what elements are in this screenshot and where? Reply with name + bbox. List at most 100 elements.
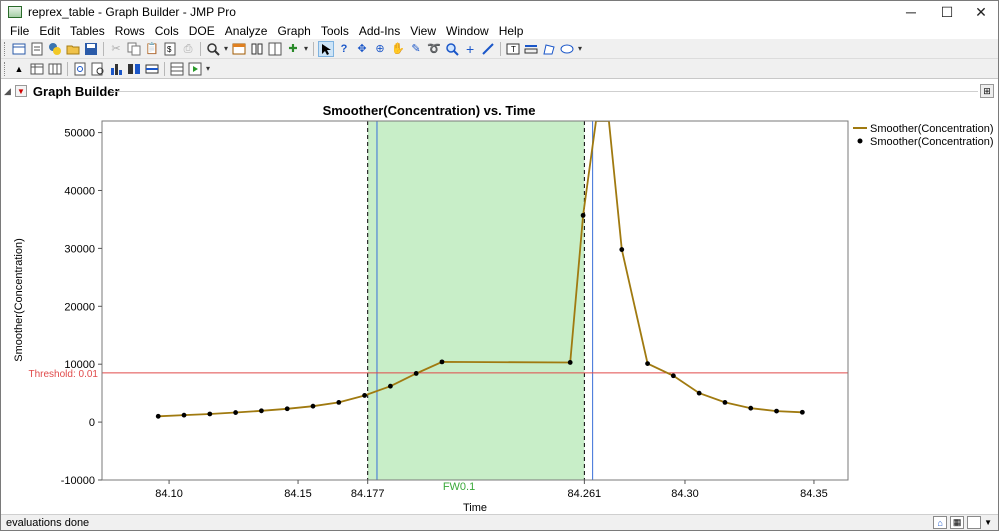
- window-list-icon[interactable]: [249, 41, 265, 57]
- journal-icon[interactable]: $: [162, 41, 178, 57]
- columns-view-icon[interactable]: [47, 61, 63, 77]
- open-folder-icon[interactable]: [65, 41, 81, 57]
- data-point: [696, 390, 702, 396]
- home-window-icon[interactable]: [231, 41, 247, 57]
- search-icon[interactable]: [205, 41, 221, 57]
- panel-options-icon[interactable]: ⊞: [980, 84, 994, 98]
- minimize-button[interactable]: ─: [894, 1, 928, 23]
- table-view-icon[interactable]: [29, 61, 45, 77]
- preview-icon[interactable]: [90, 61, 106, 77]
- data-point: [645, 361, 650, 367]
- app-window: reprex_table - Graph Builder - JMP Pro ─…: [0, 0, 999, 531]
- home-icon[interactable]: ⌂: [933, 516, 948, 529]
- run-script-icon[interactable]: [187, 61, 203, 77]
- save-icon[interactable]: [83, 41, 99, 57]
- report-icon[interactable]: [72, 61, 88, 77]
- fw-region: [367, 121, 585, 480]
- x-tick-label: 84.35: [800, 488, 828, 500]
- crosshair-tool-icon[interactable]: ⊕: [372, 41, 388, 57]
- red-triangle-menu-icon[interactable]: ▼: [14, 85, 27, 97]
- menu-add-ins[interactable]: Add-Ins: [354, 23, 405, 39]
- menu-rows[interactable]: Rows: [110, 23, 150, 39]
- toolbar-overflow-icon[interactable]: ▾: [224, 44, 228, 53]
- oval-tool-icon[interactable]: [559, 41, 575, 57]
- data-point: [181, 412, 187, 418]
- jmp-app-icon: [8, 6, 22, 18]
- toolbar-grip[interactable]: [4, 61, 7, 76]
- crosshairs-icon[interactable]: +: [462, 41, 478, 57]
- menu-window[interactable]: Window: [441, 23, 494, 39]
- maximize-button[interactable]: ☐: [930, 1, 964, 23]
- legend-entry-points: Smoother(Concentration): [870, 136, 994, 148]
- distribution-icon[interactable]: [108, 61, 124, 77]
- line-tool-icon[interactable]: [480, 41, 496, 57]
- data-point: [774, 408, 779, 414]
- print-icon[interactable]: ⎙: [180, 41, 196, 57]
- data-point: [362, 393, 367, 398]
- lasso-tool-icon[interactable]: ➰: [426, 41, 442, 57]
- fit-y-by-x-icon[interactable]: [126, 61, 142, 77]
- collapse-triangle-icon[interactable]: ◢: [4, 86, 11, 97]
- polygon-tool-icon[interactable]: [541, 41, 557, 57]
- main-toolbar: ✂ 📋 $ ⎙ ▾ ✚ ▾ ? ✥ ⊕ ✋ ✎ ➰ + T ▾: [1, 39, 998, 59]
- help-tool-icon[interactable]: ?: [336, 41, 352, 57]
- grabber-hand-icon[interactable]: ✋: [390, 41, 406, 57]
- status-icons: ⌂ ▦ ▼: [933, 516, 992, 529]
- toolbar-grip[interactable]: [4, 41, 7, 56]
- status-dropdown-icon[interactable]: ▼: [984, 518, 992, 527]
- data-point: [336, 400, 342, 405]
- rectangle-tool-icon[interactable]: [523, 41, 539, 57]
- data-grid-icon[interactable]: [169, 61, 185, 77]
- toolbar-separator: [164, 61, 165, 76]
- window-layout-icon[interactable]: ▦: [950, 516, 965, 529]
- legend: Smoother(Concentration) Smoother(Concent…: [853, 123, 994, 148]
- triangle-up-icon[interactable]: ▲: [11, 61, 27, 77]
- new-data-table-icon[interactable]: [11, 41, 27, 57]
- data-point: [413, 371, 419, 376]
- menu-help[interactable]: Help: [494, 23, 529, 39]
- toolbar-overflow-icon[interactable]: ▾: [304, 44, 308, 53]
- add-icon[interactable]: ✚: [285, 41, 301, 57]
- toolbar-separator: [313, 41, 315, 56]
- toolbar-separator: [200, 41, 201, 56]
- close-button[interactable]: ✕: [964, 1, 998, 23]
- paste-icon[interactable]: 📋: [144, 41, 160, 57]
- cut-icon[interactable]: ✂: [108, 41, 124, 57]
- python-icon[interactable]: [47, 41, 63, 57]
- header-divider: [111, 91, 978, 92]
- fit-model-icon[interactable]: [144, 61, 160, 77]
- window-toggle-icon[interactable]: [967, 516, 982, 529]
- data-point: [799, 409, 805, 415]
- status-text: evaluations done: [6, 517, 90, 529]
- legend-entry-line: Smoother(Concentration): [870, 123, 994, 135]
- chart-area: Smoother(Concentration) vs. Time Thresho…: [13, 103, 994, 514]
- data-point: [207, 411, 213, 417]
- annotate-icon[interactable]: T: [505, 41, 521, 57]
- magnifier-tool-icon[interactable]: [444, 41, 460, 57]
- layout-icon[interactable]: [267, 41, 283, 57]
- y-tick-label: 30000: [64, 243, 95, 255]
- menu-doe[interactable]: DOE: [184, 23, 220, 39]
- data-point: [284, 406, 290, 412]
- menu-analyze[interactable]: Analyze: [220, 23, 273, 39]
- menu-file[interactable]: File: [5, 23, 34, 39]
- menu-view[interactable]: View: [405, 23, 441, 39]
- y-tick-label: 20000: [64, 301, 95, 313]
- toolbar-separator: [103, 41, 104, 56]
- y-tick-label: 0: [89, 417, 95, 429]
- svg-text:T: T: [511, 45, 516, 54]
- menu-edit[interactable]: Edit: [34, 23, 65, 39]
- menu-cols[interactable]: Cols: [150, 23, 184, 39]
- y-tick-label: -10000: [61, 475, 95, 487]
- selection-tool-icon[interactable]: ✥: [354, 41, 370, 57]
- y-tick-label: 10000: [64, 359, 95, 371]
- arrow-tool-icon[interactable]: [318, 40, 335, 57]
- copy-icon[interactable]: [126, 41, 142, 57]
- menu-tables[interactable]: Tables: [65, 23, 110, 39]
- toolbar-overflow-icon[interactable]: ▾: [578, 44, 582, 53]
- toolbar-overflow-icon[interactable]: ▾: [206, 64, 210, 73]
- brush-tool-icon[interactable]: ✎: [408, 41, 424, 57]
- menu-graph[interactable]: Graph: [272, 23, 315, 39]
- new-script-icon[interactable]: [29, 41, 45, 57]
- menu-tools[interactable]: Tools: [316, 23, 354, 39]
